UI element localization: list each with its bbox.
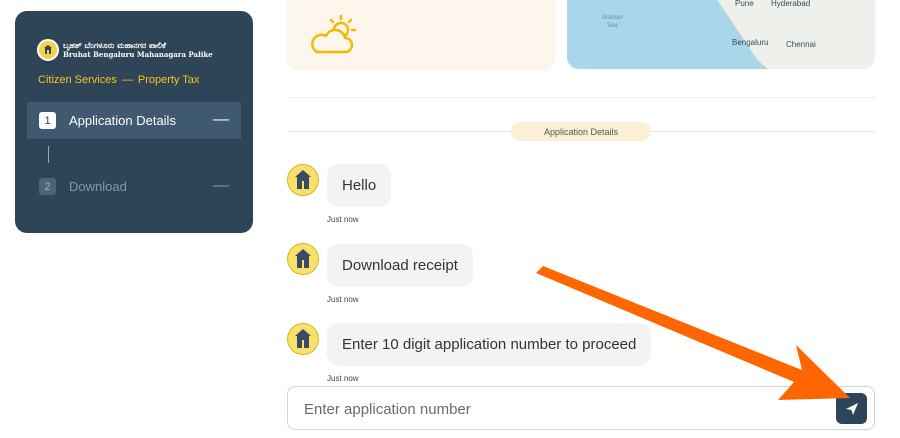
weather-partly-sunny-icon xyxy=(311,14,357,54)
breadcrumb: Citizen Services — Property Tax xyxy=(38,74,199,86)
message-timestamp: Just now xyxy=(327,374,359,383)
step-application-details[interactable]: 1 Application Details — xyxy=(27,102,241,139)
bbmp-logo: ಬೃಹತ್ ಬೆಂಗಳೂರು ಮಹಾನಗರ ಪಾಲಿಕೆ Bruhat Beng… xyxy=(37,39,213,61)
message-timestamp: Just now xyxy=(327,295,359,304)
map-label-chennai: Chennai xyxy=(786,40,816,49)
bot-avatar-icon xyxy=(287,164,319,196)
section-label-pill: Application Details xyxy=(511,122,651,141)
bot-avatar-icon xyxy=(287,323,319,355)
divider xyxy=(287,97,875,98)
map-land-shape xyxy=(716,0,875,69)
breadcrumb-separator: — xyxy=(121,74,133,86)
send-button[interactable] xyxy=(836,393,867,424)
map-label-pune: Pune xyxy=(735,0,754,8)
logo-text-kannada: ಬೃಹತ್ ಬೆಂಗಳೂರು ಮಹಾನಗರ ಪಾಲಿಕೆ xyxy=(63,40,166,50)
message-input-container xyxy=(287,386,875,431)
step-label: Application Details xyxy=(69,113,176,128)
send-icon xyxy=(845,402,858,415)
application-number-input[interactable] xyxy=(302,387,826,431)
logo-text-english: Bruhat Bengaluru Mahanagara Palike xyxy=(63,50,213,59)
collapse-icon[interactable]: — xyxy=(213,178,229,194)
step-download[interactable]: 2 Download — xyxy=(27,173,241,203)
step-label: Download xyxy=(69,179,127,194)
chat-message: Hello xyxy=(327,164,392,207)
step-connector xyxy=(48,146,49,163)
bot-avatar-icon xyxy=(287,243,319,275)
chat-message: Download receipt xyxy=(327,244,473,287)
step-number: 2 xyxy=(39,178,56,195)
chat-message: Enter 10 digit application number to pro… xyxy=(327,323,652,366)
message-timestamp: Just now xyxy=(327,215,359,224)
breadcrumb-citizen-services[interactable]: Citizen Services xyxy=(38,74,117,86)
map-card[interactable]: Arabian Sea Pune Hyderabad Bengaluru Chen… xyxy=(567,0,875,69)
sidebar: ಬೃಹತ್ ಬೆಂಗಳೂರು ಮಹಾನಗರ ಪಾಲಿಕೆ Bruhat Beng… xyxy=(15,11,253,233)
map-label-arabian-sea: Arabian Sea xyxy=(602,15,623,29)
step-number: 1 xyxy=(39,112,56,129)
breadcrumb-property-tax[interactable]: Property Tax xyxy=(138,74,200,86)
map-label-bengaluru: Bengaluru xyxy=(732,38,769,47)
map-label-hyderabad: Hyderabad xyxy=(771,0,811,8)
collapse-icon[interactable]: — xyxy=(213,112,229,128)
weather-card xyxy=(287,0,555,71)
bbmp-emblem-icon xyxy=(37,39,59,61)
